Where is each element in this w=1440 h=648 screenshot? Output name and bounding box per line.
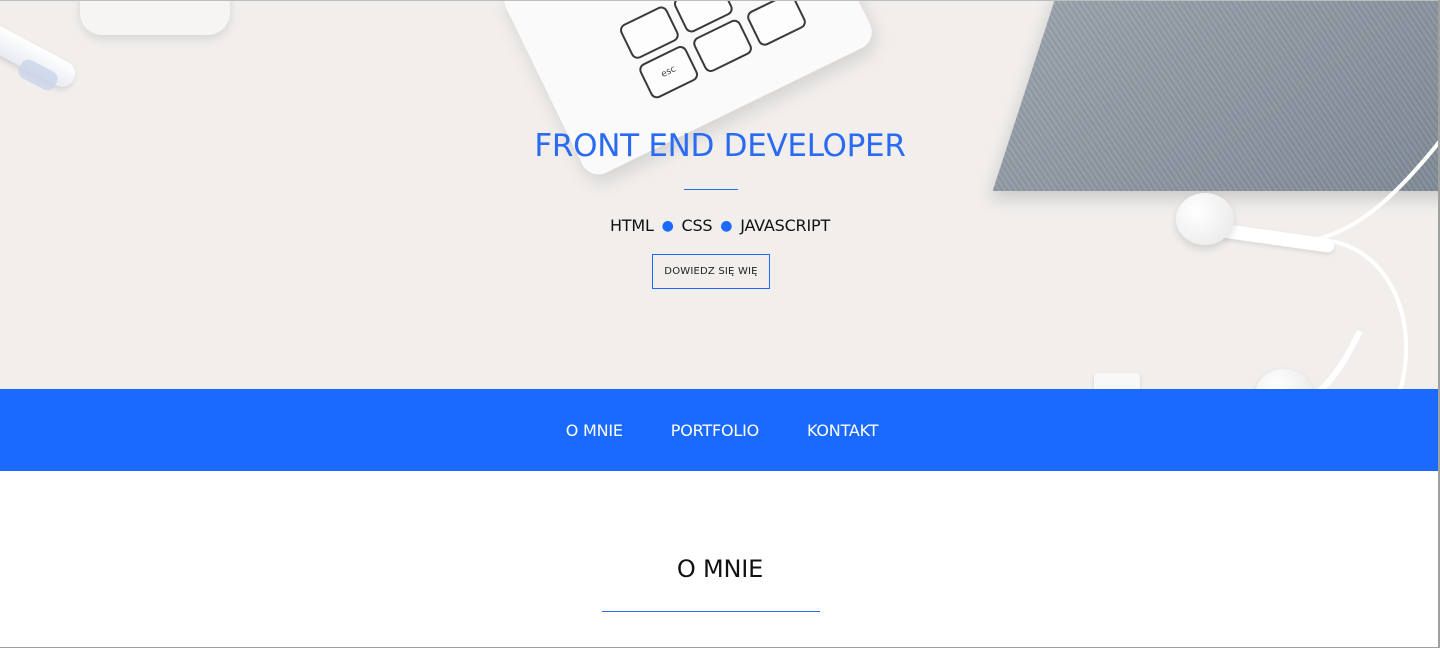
hero-title: FRONT END DEVELOPER: [534, 128, 906, 164]
nav-link-portfolio[interactable]: PORTFOLIO: [667, 421, 759, 440]
skill-javascript: JAVASCRIPT: [740, 216, 831, 235]
bullet-dot-icon: ●: [661, 218, 674, 234]
hero-divider: [684, 189, 738, 190]
hero-content: FRONT END DEVELOPER HTML ● CSS ● JAVASCR…: [0, 1, 1440, 389]
about-divider: [602, 611, 820, 612]
learn-more-button[interactable]: DOWIEDZ SIĘ WIĘ: [652, 254, 770, 289]
main-nav: O MNIE PORTFOLIO KONTAKT: [0, 389, 1440, 471]
nav-link-contact[interactable]: KONTAKT: [803, 421, 878, 440]
skills-line: HTML ● CSS ● JAVASCRIPT: [0, 216, 1440, 235]
skill-css: CSS: [681, 216, 713, 235]
about-title: O MNIE: [676, 555, 764, 583]
nav-link-about[interactable]: O MNIE: [562, 421, 623, 440]
bullet-dot-icon: ●: [720, 218, 733, 234]
skill-html: HTML: [609, 216, 654, 235]
hero-section: esc FRONT END DEVELOPER HTML ● CSS ● JAV…: [0, 0, 1440, 389]
